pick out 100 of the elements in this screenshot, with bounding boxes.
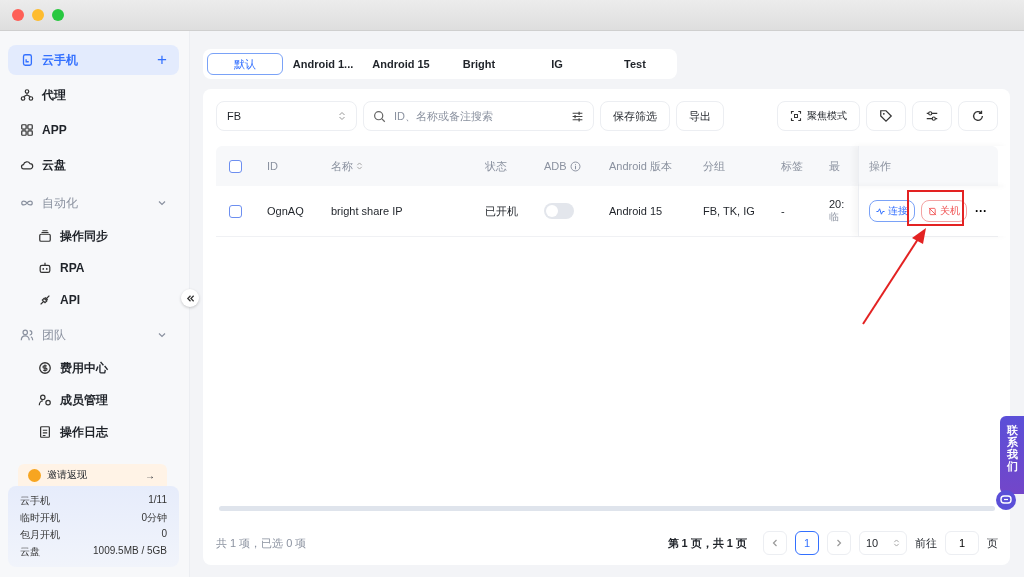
group-select[interactable]: FB [216, 101, 357, 131]
page-button[interactable]: 1 [795, 531, 819, 555]
refresh-icon [971, 109, 985, 123]
column-header: ID [267, 160, 278, 172]
select-all-checkbox[interactable] [229, 159, 242, 173]
tab[interactable]: 默认 [207, 53, 283, 75]
tab[interactable]: Android 1... [285, 53, 361, 75]
filter-icon[interactable] [571, 109, 584, 123]
connect-button[interactable]: 连接 [869, 200, 915, 222]
sliders-icon [925, 109, 939, 123]
invite-banner[interactable]: 邀请返现 → [18, 464, 167, 486]
column-header: Android 版本 [609, 158, 672, 174]
coin-icon [28, 468, 41, 482]
person-icon [38, 393, 52, 407]
column-header: ADB [544, 160, 567, 172]
usage-label: 包月开机 [20, 528, 61, 542]
tab[interactable]: Bright [441, 53, 517, 75]
shutdown-button[interactable]: 关机 [921, 200, 967, 222]
chat-icon[interactable] [996, 490, 1016, 510]
toolbar-button[interactable]: 保存筛选 [600, 101, 670, 131]
sidebar-item[interactable]: 操作日志 [8, 417, 179, 447]
double-chevron-icon [185, 293, 195, 303]
plug-icon [38, 293, 52, 307]
settings-button[interactable] [912, 101, 952, 131]
highlight-box [907, 190, 964, 226]
more-button[interactable]: ··· [973, 204, 989, 218]
robot-icon [38, 261, 52, 275]
refresh-button[interactable] [958, 101, 998, 131]
focus-mode-button[interactable]: 聚焦模式 [777, 101, 860, 131]
table-cell: OgnAQ [267, 205, 304, 217]
usage-value: 1/11 [147, 494, 167, 507]
invite-label: 邀请返现 [47, 468, 88, 482]
sort-icon[interactable] [356, 161, 363, 171]
pulse-icon [876, 206, 885, 216]
tab[interactable]: Test [597, 53, 673, 75]
network-icon [20, 88, 34, 102]
tab[interactable]: Android 15 [363, 53, 439, 75]
info-icon [569, 160, 581, 172]
column-header: 分组 [703, 158, 725, 174]
dollar-icon [38, 361, 52, 375]
zoom-button[interactable] [52, 9, 64, 21]
table-cell: 临 [829, 210, 839, 224]
focus-icon [790, 110, 802, 122]
sort-icon [338, 111, 346, 121]
usage-value: 0 [160, 528, 167, 541]
sidebar-item[interactable]: RPA [8, 253, 179, 283]
chevron-icon [157, 198, 167, 208]
usage-label: 云手机 [20, 494, 51, 508]
document-icon [38, 425, 52, 439]
table-cell: FB, TK, IG [703, 205, 755, 217]
close-button[interactable] [12, 9, 24, 21]
table-cell: bright share IP [331, 205, 403, 217]
goto-label: 前往 [915, 535, 937, 551]
add-button[interactable]: + [157, 50, 167, 70]
usage-label: 云盘 [20, 545, 41, 559]
sort-icon [893, 538, 900, 548]
table-cell: Android 15 [609, 205, 663, 217]
tab[interactable]: IG [519, 53, 595, 75]
sidebar-item[interactable]: APP [8, 115, 179, 145]
stack-icon [38, 229, 52, 243]
tag-icon [879, 109, 893, 123]
chevron-right-icon [835, 539, 843, 547]
usage-value: 0分钟 [140, 511, 167, 525]
search-field[interactable]: ID、名称或备注搜索 [363, 101, 594, 131]
sidebar-item[interactable]: 费用中心 [8, 353, 179, 383]
column-header: 最 [829, 158, 840, 174]
toolbar-button[interactable]: 导出 [676, 101, 724, 131]
people-icon [20, 328, 34, 342]
scrollbar[interactable] [219, 506, 995, 511]
sidebar-item[interactable]: API [8, 285, 179, 315]
cloud-icon [20, 158, 34, 172]
table-cell: 20: [829, 198, 845, 210]
tag-button[interactable] [866, 101, 906, 131]
collapse-button[interactable] [181, 289, 199, 307]
page-input[interactable]: 1 [945, 531, 979, 555]
chevron-icon [157, 330, 167, 340]
chevron-left-icon [771, 539, 779, 547]
sidebar-item[interactable]: 操作同步 [8, 221, 179, 251]
sidebar-item[interactable]: 云盘 [8, 150, 179, 180]
column-header: 操作 [869, 158, 891, 174]
usage-label: 临时开机 [20, 511, 61, 525]
search-input[interactable]: ID、名称或备注搜索 [392, 109, 565, 123]
page-info: 第 1 页，共 1 页 [667, 535, 747, 551]
search-icon [373, 109, 386, 123]
table-cell: 已开机 [485, 203, 518, 219]
page-size-select[interactable]: 10 [859, 531, 907, 555]
adb-toggle[interactable] [544, 203, 574, 219]
phone-off-icon [928, 206, 937, 216]
arrow-icon: → [145, 469, 155, 481]
row-checkbox[interactable] [229, 204, 242, 218]
contact-button[interactable]: 联系我们 [1000, 416, 1024, 495]
table-cell: - [781, 205, 785, 217]
phone-icon [20, 53, 34, 67]
page-suffix: 页 [987, 535, 998, 551]
sidebar-item[interactable]: 云手机 + [8, 45, 179, 75]
usage-value: 1009.5MB / 5GB [93, 545, 167, 558]
grid-icon [20, 123, 34, 137]
sidebar-item[interactable]: 成员管理 [8, 385, 179, 415]
column-header: 标签 [781, 158, 803, 174]
sidebar-item[interactable]: 代理 [8, 80, 179, 110]
